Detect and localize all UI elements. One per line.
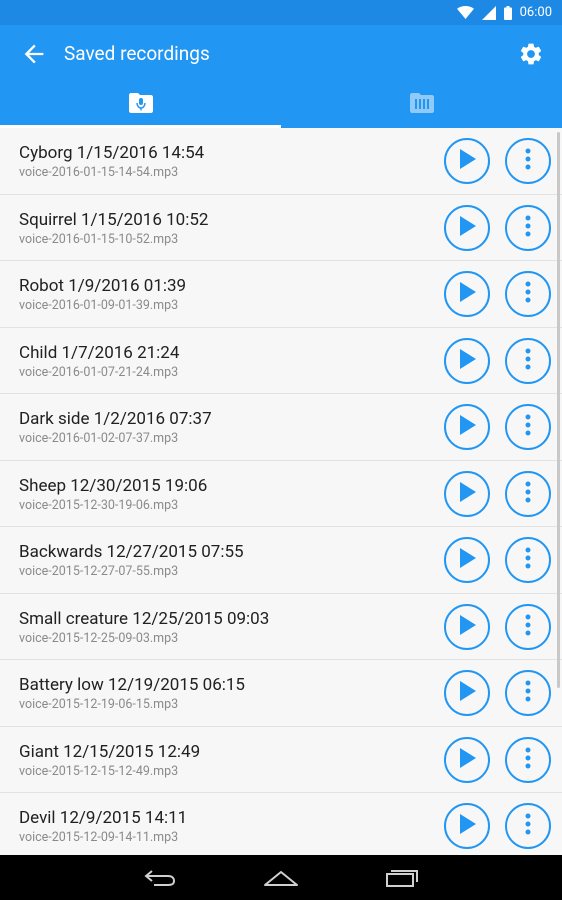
recording-title: Robot 1/9/2016 01:39 bbox=[19, 276, 187, 296]
tab-recordings[interactable] bbox=[0, 81, 281, 128]
recording-title: Devil 12/9/2015 14:11 bbox=[19, 808, 188, 828]
recording-title: Giant 12/15/2015 12:49 bbox=[19, 741, 201, 762]
list-item[interactable]: Child 1/7/2016 21:24 voice-2016-01-07-21… bbox=[0, 328, 562, 394]
play-button[interactable] bbox=[444, 271, 490, 317]
play-icon bbox=[458, 548, 476, 572]
play-button[interactable] bbox=[444, 736, 490, 783]
more-options-button[interactable] bbox=[505, 803, 551, 849]
list-item[interactable]: Devil 12/9/2015 14:11 voice-2015-12-09-1… bbox=[0, 793, 562, 855]
recording-title: Dark side 1/2/2016 07:37 bbox=[19, 409, 212, 429]
more-options-button[interactable] bbox=[505, 470, 551, 517]
recording-title: Battery low 12/19/2015 06:15 bbox=[19, 675, 245, 695]
more-vert-icon bbox=[525, 414, 531, 440]
nav-back-icon[interactable] bbox=[142, 865, 178, 891]
recording-filename: voice-2016-01-09-01-39.mp3 bbox=[19, 298, 179, 313]
system-nav-bar bbox=[0, 855, 562, 900]
recordings-folder-icon bbox=[128, 92, 153, 117]
list-item[interactable]: Cyborg 1/15/2016 14:54 voice-2016-01-15-… bbox=[0, 128, 562, 195]
recording-filename: voice-2016-01-15-10-52.mp3 bbox=[19, 231, 179, 247]
list-item[interactable]: Small creature 12/25/2015 09:03 voice-20… bbox=[0, 594, 562, 660]
list-item[interactable]: Battery low 12/19/2015 06:15 voice-2015-… bbox=[0, 660, 562, 727]
play-button[interactable] bbox=[444, 670, 490, 716]
more-vert-icon bbox=[525, 813, 531, 839]
recording-title: Small creature 12/25/2015 09:03 bbox=[19, 608, 270, 629]
list-item[interactable]: Squirrel 1/15/2016 10:52 voice-2016-01-1… bbox=[0, 195, 562, 261]
more-options-button[interactable] bbox=[505, 337, 551, 384]
more-vert-icon bbox=[525, 148, 531, 174]
app-bar: Saved recordings bbox=[0, 25, 562, 128]
list-item[interactable]: Robot 1/9/2016 01:39 voice-2016-01-09-01… bbox=[0, 261, 562, 328]
list-item[interactable]: Backwards 12/27/2015 07:55 voice-2015-12… bbox=[0, 527, 562, 594]
recording-filename: voice-2015-12-09-14-11.mp3 bbox=[19, 830, 179, 845]
recording-filename: voice-2015-12-25-09-03.mp3 bbox=[19, 630, 179, 646]
tab-archive[interactable] bbox=[281, 81, 562, 128]
recordings-list[interactable]: Cyborg 1/15/2016 14:54 voice-2016-01-15-… bbox=[0, 128, 562, 855]
cell-signal-icon bbox=[481, 5, 496, 20]
play-icon bbox=[458, 348, 476, 373]
more-vert-icon bbox=[525, 281, 531, 307]
nav-home-icon[interactable] bbox=[263, 865, 299, 891]
more-vert-icon bbox=[525, 547, 531, 573]
more-options-button[interactable] bbox=[505, 271, 551, 317]
more-vert-icon bbox=[525, 215, 531, 241]
play-icon bbox=[458, 149, 476, 173]
play-button[interactable] bbox=[444, 204, 490, 251]
list-item[interactable]: Dark side 1/2/2016 07:37 voice-2016-01-0… bbox=[0, 394, 562, 461]
more-options-button[interactable] bbox=[505, 204, 551, 251]
more-vert-icon bbox=[525, 348, 531, 374]
more-options-button[interactable] bbox=[505, 736, 551, 783]
play-icon bbox=[458, 282, 476, 306]
play-icon bbox=[458, 481, 476, 506]
recording-filename: voice-2015-12-27-07-55.mp3 bbox=[19, 564, 179, 579]
battery-icon bbox=[503, 5, 512, 20]
play-button[interactable] bbox=[444, 537, 490, 583]
play-button[interactable] bbox=[444, 603, 490, 650]
back-arrow-icon[interactable] bbox=[20, 40, 48, 68]
page-title: Saved recordings bbox=[64, 42, 210, 65]
list-item[interactable]: Sheep 12/30/2015 19:06 voice-2015-12-30-… bbox=[0, 461, 562, 527]
tab-bar bbox=[0, 81, 562, 128]
scrollbar[interactable] bbox=[557, 132, 560, 688]
recording-title: Sheep 12/30/2015 19:06 bbox=[19, 475, 208, 496]
recording-filename: voice-2015-12-30-19-06.mp3 bbox=[19, 497, 179, 513]
play-button[interactable] bbox=[444, 404, 490, 450]
recording-filename: voice-2015-12-19-06-15.mp3 bbox=[19, 697, 179, 712]
play-button[interactable] bbox=[444, 138, 490, 184]
play-icon bbox=[458, 614, 476, 639]
recording-title: Child 1/7/2016 21:24 bbox=[19, 342, 180, 363]
more-options-button[interactable] bbox=[505, 404, 551, 450]
status-time: 06:00 bbox=[519, 5, 552, 20]
more-vert-icon bbox=[525, 614, 531, 640]
status-bar: 06:00 bbox=[0, 0, 562, 25]
more-vert-icon bbox=[525, 747, 531, 773]
recording-filename: voice-2016-01-02-07-37.mp3 bbox=[19, 431, 179, 446]
settings-gear-icon[interactable] bbox=[518, 41, 544, 67]
play-icon bbox=[458, 814, 476, 838]
play-icon bbox=[458, 215, 476, 240]
play-button[interactable] bbox=[444, 337, 490, 384]
wifi-icon bbox=[456, 6, 474, 19]
play-button[interactable] bbox=[444, 470, 490, 517]
recording-title: Squirrel 1/15/2016 10:52 bbox=[19, 209, 209, 230]
recording-filename: voice-2016-01-15-14-54.mp3 bbox=[19, 165, 179, 180]
recording-filename: voice-2015-12-15-12-49.mp3 bbox=[19, 763, 179, 779]
more-options-button[interactable] bbox=[505, 138, 551, 184]
recording-filename: voice-2016-01-07-21-24.mp3 bbox=[19, 364, 179, 380]
nav-recents-icon[interactable] bbox=[384, 865, 420, 891]
more-options-button[interactable] bbox=[505, 537, 551, 583]
list-item[interactable]: Giant 12/15/2015 12:49 voice-2015-12-15-… bbox=[0, 727, 562, 793]
more-vert-icon bbox=[525, 680, 531, 706]
more-options-button[interactable] bbox=[505, 603, 551, 650]
more-vert-icon bbox=[525, 481, 531, 507]
play-button[interactable] bbox=[444, 803, 490, 849]
play-icon bbox=[458, 681, 476, 705]
status-icons: 06:00 bbox=[456, 3, 552, 22]
recording-title: Backwards 12/27/2015 07:55 bbox=[19, 542, 244, 562]
play-icon bbox=[458, 747, 476, 772]
more-options-button[interactable] bbox=[505, 670, 551, 716]
recording-title: Cyborg 1/15/2016 14:54 bbox=[19, 143, 205, 163]
archive-icon bbox=[409, 92, 434, 117]
play-icon bbox=[458, 415, 476, 439]
